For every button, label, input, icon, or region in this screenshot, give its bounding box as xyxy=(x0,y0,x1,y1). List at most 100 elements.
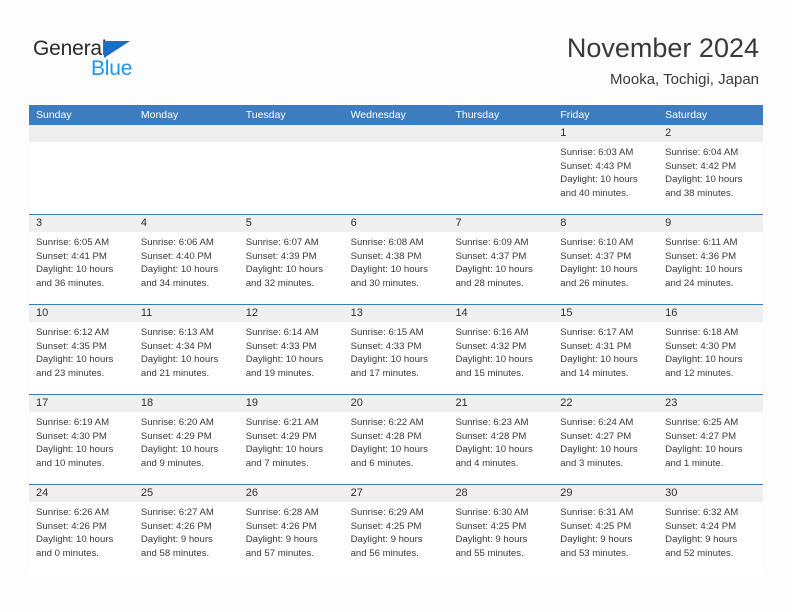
daylight-text-line1: Daylight: 10 hours xyxy=(455,444,533,456)
calendar-day-cell[interactable]: 20 Sunrise: 6:22 AM Sunset: 4:28 PM Dayligh… xyxy=(343,395,449,484)
daylight-text-line1: Daylight: 9 hours xyxy=(455,534,528,546)
daylight-text-line1: Daylight: 10 hours xyxy=(560,354,638,366)
sunrise-text: Sunrise: 6:13 AM xyxy=(140,327,214,338)
sunset-text: Sunset: 4:40 PM xyxy=(140,250,212,262)
calendar-day-cell[interactable]: 21 Sunrise: 6:23 AM Sunset: 4:28 PM Dayligh… xyxy=(448,395,554,484)
daylight-text-line2: and 55 minutes. xyxy=(455,547,524,559)
sunrise-text: Sunrise: 6:23 AM xyxy=(455,417,529,428)
sunset-text: Sunset: 4:29 PM xyxy=(245,430,317,442)
day-number: 15 xyxy=(553,305,659,322)
day-details: Sunrise: 6:25 AM Sunset: 4:27 PM Daylight:… xyxy=(658,412,763,470)
day-number: 1 xyxy=(553,125,659,142)
day-details: Sunrise: 6:32 AM Sunset: 4:24 PM Daylight:… xyxy=(658,502,763,560)
day-number: 3 xyxy=(29,215,134,232)
calendar-day-cell[interactable]: 18 Sunrise: 6:20 AM Sunset: 4:29 PM Dayligh… xyxy=(133,395,239,484)
brand-name-blue: Blue xyxy=(91,57,133,80)
calendar-day-cell[interactable]: 6 Sunrise: 6:08 AM Sunset: 4:38 PM Daylight… xyxy=(343,215,449,304)
day-number xyxy=(448,125,554,142)
calendar-day-cell[interactable]: 30 Sunrise: 6:32 AM Sunset: 4:24 PM Dayligh… xyxy=(658,485,764,574)
daylight-text-line2: and 6 minutes. xyxy=(350,457,414,469)
calendar-day-cell[interactable]: 2 Sunrise: 6:04 AM Sunset: 4:42 PM Daylight… xyxy=(658,125,764,214)
day-number: 2 xyxy=(658,125,764,142)
brand-name-general: General xyxy=(33,37,107,60)
sunset-text: Sunset: 4:24 PM xyxy=(665,520,737,532)
daylight-text-line1: Daylight: 10 hours xyxy=(455,354,533,366)
daylight-text-line2: and 36 minutes. xyxy=(36,277,105,289)
calendar-day-cell[interactable]: 29 Sunrise: 6:31 AM Sunset: 4:25 PM Dayligh… xyxy=(553,485,659,574)
calendar-day-cell[interactable]: 27 Sunrise: 6:29 AM Sunset: 4:25 PM Dayligh… xyxy=(343,485,449,574)
sunset-text: Sunset: 4:26 PM xyxy=(140,520,212,532)
calendar-day-cell[interactable]: 17 Sunrise: 6:19 AM Sunset: 4:30 PM Dayligh… xyxy=(29,395,134,484)
sunrise-text: Sunrise: 6:06 AM xyxy=(140,237,214,248)
title-block: November 2024 Mooka, Tochigi, Japan xyxy=(567,32,759,89)
daylight-text-line1: Daylight: 10 hours xyxy=(140,444,219,456)
calendar-day-cell[interactable]: 4 Sunrise: 6:06 AM Sunset: 4:40 PM Daylight… xyxy=(133,215,239,304)
day-number xyxy=(133,125,239,142)
day-number: 12 xyxy=(238,305,344,322)
day-number: 14 xyxy=(448,305,554,322)
calendar-day-cell[interactable]: 10 Sunrise: 6:12 AM Sunset: 4:35 PM Dayligh… xyxy=(29,305,134,394)
sunrise-text: Sunrise: 6:16 AM xyxy=(455,327,529,338)
calendar-day-cell[interactable]: 1 Sunrise: 6:03 AM Sunset: 4:43 PM Daylight… xyxy=(553,125,659,214)
sunset-text: Sunset: 4:25 PM xyxy=(560,520,632,532)
calendar-day-cell[interactable]: 24 Sunrise: 6:26 AM Sunset: 4:26 PM Dayligh… xyxy=(29,485,134,574)
daylight-text-line2: and 32 minutes. xyxy=(245,277,314,289)
daylight-text-line2: and 57 minutes. xyxy=(245,547,314,559)
daylight-text-line2: and 7 minutes. xyxy=(245,457,309,469)
weekday-header-saturday: Saturday xyxy=(665,109,708,121)
triangle-icon xyxy=(104,41,130,58)
day-number: 16 xyxy=(658,305,764,322)
sunset-text: Sunset: 4:26 PM xyxy=(245,520,317,532)
daylight-text-line1: Daylight: 10 hours xyxy=(560,444,638,456)
day-details: Sunrise: 6:31 AM Sunset: 4:25 PM Daylight:… xyxy=(553,502,658,560)
weekday-header-thursday: Thursday xyxy=(455,109,500,121)
sunrise-text: Sunrise: 6:30 AM xyxy=(455,507,529,518)
sunset-text: Sunset: 4:25 PM xyxy=(350,520,422,532)
calendar-day-cell[interactable]: 23 Sunrise: 6:25 AM Sunset: 4:27 PM Dayligh… xyxy=(658,395,764,484)
sunrise-text: Sunrise: 6:28 AM xyxy=(245,507,319,518)
day-details: Sunrise: 6:23 AM Sunset: 4:28 PM Daylight:… xyxy=(448,412,553,470)
daylight-text-line2: and 9 minutes. xyxy=(140,457,204,469)
day-details: Sunrise: 6:09 AM Sunset: 4:37 PM Daylight:… xyxy=(448,232,553,290)
calendar-day-cell[interactable]: 26 Sunrise: 6:28 AM Sunset: 4:26 PM Dayligh… xyxy=(238,485,344,574)
sunset-text: Sunset: 4:28 PM xyxy=(350,430,422,442)
calendar-day-cell[interactable]: 13 Sunrise: 6:15 AM Sunset: 4:33 PM Dayligh… xyxy=(343,305,449,394)
calendar-day-cell[interactable]: 5 Sunrise: 6:07 AM Sunset: 4:39 PM Daylight… xyxy=(238,215,344,304)
sunrise-text: Sunrise: 6:20 AM xyxy=(140,417,214,428)
sunrise-text: Sunrise: 6:17 AM xyxy=(560,327,634,338)
brand-logo[interactable]: General Blue xyxy=(33,38,183,86)
calendar-day-cell[interactable]: 3 Sunrise: 6:05 AM Sunset: 4:41 PM Daylight… xyxy=(29,215,134,304)
day-number xyxy=(29,125,134,142)
sunrise-text: Sunrise: 6:15 AM xyxy=(350,327,424,338)
daylight-text-line2: and 19 minutes. xyxy=(245,367,314,379)
sunset-text: Sunset: 4:41 PM xyxy=(36,250,107,262)
day-details: Sunrise: 6:07 AM Sunset: 4:39 PM Daylight:… xyxy=(239,232,344,290)
day-details: Sunrise: 6:03 AM Sunset: 4:43 PM Daylight:… xyxy=(553,142,658,200)
sunset-text: Sunset: 4:31 PM xyxy=(560,340,632,352)
calendar-day-cell[interactable]: 12 Sunrise: 6:14 AM Sunset: 4:33 PM Dayligh… xyxy=(238,305,344,394)
calendar-day-cell-empty xyxy=(343,125,449,214)
calendar-day-cell[interactable]: 11 Sunrise: 6:13 AM Sunset: 4:34 PM Dayligh… xyxy=(133,305,239,394)
day-number: 26 xyxy=(238,485,344,502)
day-number: 17 xyxy=(29,395,134,412)
daylight-text-line2: and 23 minutes. xyxy=(36,367,105,379)
day-details: Sunrise: 6:20 AM Sunset: 4:29 PM Daylight:… xyxy=(134,412,239,470)
daylight-text-line1: Daylight: 10 hours xyxy=(350,354,428,366)
calendar-day-cell[interactable]: 7 Sunrise: 6:09 AM Sunset: 4:37 PM Daylight… xyxy=(448,215,554,304)
calendar-day-cell[interactable]: 19 Sunrise: 6:21 AM Sunset: 4:29 PM Dayligh… xyxy=(238,395,344,484)
sunrise-text: Sunrise: 6:24 AM xyxy=(560,417,634,428)
calendar-day-cell[interactable]: 22 Sunrise: 6:24 AM Sunset: 4:27 PM Dayligh… xyxy=(553,395,659,484)
daylight-text-line2: and 52 minutes. xyxy=(665,547,734,559)
daylight-text-line1: Daylight: 10 hours xyxy=(140,264,219,276)
day-number: 21 xyxy=(448,395,554,412)
day-details: Sunrise: 6:24 AM Sunset: 4:27 PM Daylight:… xyxy=(553,412,658,470)
sunset-text: Sunset: 4:27 PM xyxy=(560,430,632,442)
calendar-day-cell[interactable]: 14 Sunrise: 6:16 AM Sunset: 4:32 PM Dayligh… xyxy=(448,305,554,394)
calendar-day-cell[interactable]: 25 Sunrise: 6:27 AM Sunset: 4:26 PM Dayligh… xyxy=(133,485,239,574)
calendar-day-cell[interactable]: 28 Sunrise: 6:30 AM Sunset: 4:25 PM Dayligh… xyxy=(448,485,554,574)
calendar-day-cell[interactable]: 16 Sunrise: 6:18 AM Sunset: 4:30 PM Dayligh… xyxy=(658,305,764,394)
calendar-day-cell[interactable]: 15 Sunrise: 6:17 AM Sunset: 4:31 PM Dayligh… xyxy=(553,305,659,394)
calendar-day-cell[interactable]: 9 Sunrise: 6:11 AM Sunset: 4:36 PM Daylight… xyxy=(658,215,764,304)
day-number: 6 xyxy=(343,215,449,232)
calendar-day-cell[interactable]: 8 Sunrise: 6:10 AM Sunset: 4:37 PM Daylight… xyxy=(553,215,659,304)
